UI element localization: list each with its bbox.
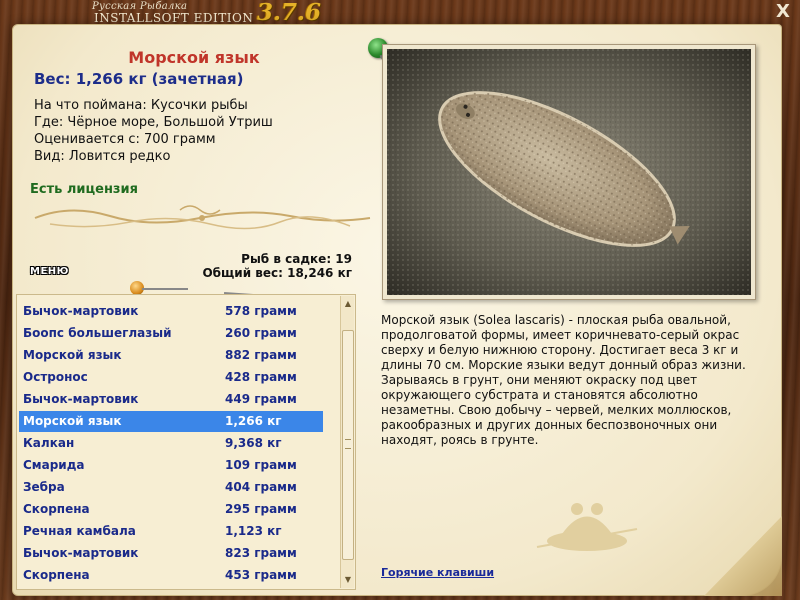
catch-list-row[interactable]: Морской язык 1,266 кг: [19, 411, 323, 432]
menu-button[interactable]: МЕНЮ: [30, 266, 76, 278]
catch-fish-name: Остронос: [23, 370, 88, 384]
fish-name: Морской язык: [128, 48, 260, 67]
catch-list-row[interactable]: Остронос 428 грамм: [19, 367, 323, 388]
catch-fish-name: Бычок-мартовик: [23, 304, 139, 318]
catch-fish-name: Смарида: [23, 458, 85, 472]
license-status: Есть лицензия: [30, 182, 138, 197]
list-needle: [142, 288, 188, 290]
cage-count: Рыб в садке: 19: [241, 252, 352, 266]
scroll-up-icon[interactable]: ▲: [342, 298, 354, 310]
catch-list-row[interactable]: Скорпена 453 грамм: [19, 565, 323, 586]
version-label: 3.7.6: [257, 0, 322, 26]
catch-list-row[interactable]: Боопс большеглазый 260 грамм: [19, 323, 323, 344]
catch-list-row[interactable]: Калкан 9,368 кг: [19, 433, 323, 454]
catch-fish-weight: 260 грамм: [225, 326, 297, 340]
catch-list-row[interactable]: Речная камбала 1,123 кг: [19, 521, 323, 542]
scroll-grip-icon: [345, 439, 351, 449]
catch-fish-name: Калкан: [23, 436, 75, 450]
cage-total-weight: Общий вес: 18,246 кг: [202, 266, 352, 280]
valued-from-text: Оценивается с: 700 грамм: [34, 132, 216, 147]
location-text: Где: Чёрное море, Большой Утриш: [34, 115, 273, 130]
scroll-thumb[interactable]: [342, 330, 354, 560]
catch-fish-name: Боопс большеглазый: [23, 326, 172, 340]
parchment-panel: Морской язык Вес: 1,266 кг (зачетная) На…: [12, 24, 782, 596]
catch-fish-weight: 428 грамм: [225, 370, 297, 384]
caught-on-text: На что поймана: Кусочки рыбы: [34, 98, 248, 113]
catch-list-row[interactable]: Зебра 404 грамм: [19, 477, 323, 498]
catch-fish-weight: 295 грамм: [225, 502, 297, 516]
fish-weight: Вес: 1,266 кг (зачетная): [34, 70, 244, 88]
catch-list-row[interactable]: Бычок-мартовик 449 грамм: [19, 389, 323, 410]
catch-fish-weight: 882 грамм: [225, 348, 297, 362]
ornament-divider-icon: [34, 205, 371, 230]
catch-list-row[interactable]: Бычок-мартовик 823 грамм: [19, 543, 323, 564]
catch-fish-weight: 578 грамм: [225, 304, 297, 318]
fish-photo-frame: [382, 44, 756, 300]
catch-fish-weight: 453 грамм: [225, 568, 297, 582]
catch-fish-name: Зебра: [23, 480, 65, 494]
catch-fish-name: Бычок-мартовик: [23, 546, 139, 560]
catch-fish-name: Скорпена: [23, 568, 90, 582]
catch-fish-weight: 449 грамм: [225, 392, 297, 406]
catch-fish-weight: 823 грамм: [225, 546, 297, 560]
angler-silhouette-icon: [536, 503, 638, 551]
list-scrollbar[interactable]: ▲ ▼: [340, 296, 354, 588]
catch-fish-weight: 1,123 кг: [225, 524, 282, 538]
fish-info: На что поймана: Кусочки рыбы Где: Чёрное…: [34, 97, 273, 165]
catch-list[interactable]: Бычок-мартовик 578 грамм Боопс большеглазы…: [16, 294, 356, 590]
fish-photo: [387, 49, 751, 295]
catch-fish-weight: 109 грамм: [225, 458, 297, 472]
catch-list-row[interactable]: Скорпена 295 грамм: [19, 499, 323, 520]
catch-list-row[interactable]: Смарида 109 грамм: [19, 455, 323, 476]
page-curl-decoration: [704, 516, 782, 596]
catch-list-row[interactable]: Морской язык 882 грамм: [19, 345, 323, 366]
cage-stats: Рыб в садке: 19 Общий вес: 18,246 кг: [192, 252, 352, 280]
rarity-text: Вид: Ловится редко: [34, 149, 171, 164]
catch-fish-name: Морской язык: [23, 414, 122, 428]
catch-fish-weight: 1,266 кг: [225, 414, 282, 428]
title-edition: INSTALLSOFT EDITION: [94, 11, 254, 25]
catch-fish-name: Морской язык: [23, 348, 122, 362]
fish-description: Морской язык (Solea lascaris) - плоская …: [381, 313, 746, 447]
catch-fish-name: Речная камбала: [23, 524, 136, 538]
catch-fish-weight: 9,368 кг: [225, 436, 282, 450]
catch-fish-name: Бычок-мартовик: [23, 392, 139, 406]
catch-fish-weight: 404 грамм: [225, 480, 297, 494]
title-bar: Русская Рыбалка INSTALLSOFT EDITION 3.7.…: [92, 0, 392, 26]
catch-fish-name: Скорпена: [23, 502, 90, 516]
scroll-down-icon[interactable]: ▼: [342, 574, 354, 586]
hotkeys-link[interactable]: Горячие клавиши: [381, 566, 494, 579]
close-button[interactable]: X: [774, 3, 792, 21]
catch-list-row[interactable]: Бычок-мартовик 578 грамм: [19, 301, 323, 322]
